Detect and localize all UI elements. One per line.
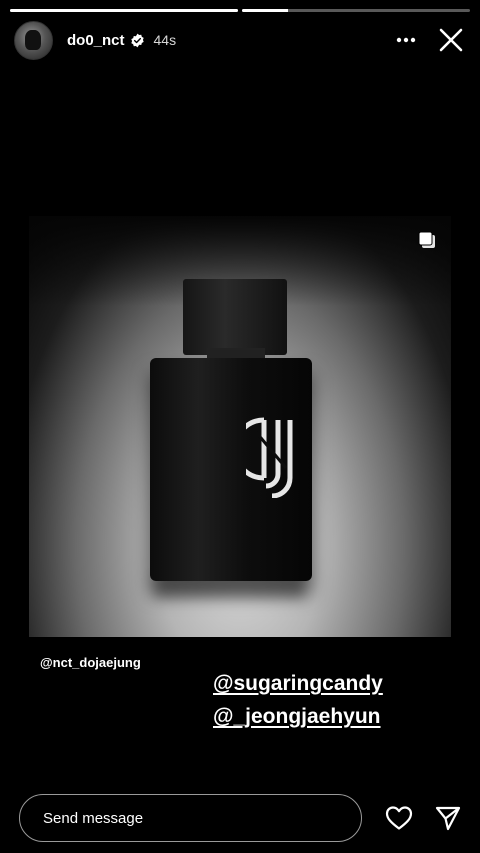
- timestamp: 44s: [153, 32, 177, 48]
- verified-badge-icon: [130, 33, 144, 47]
- multiple-photos-icon: [418, 231, 435, 248]
- shared-post-image[interactable]: [29, 216, 451, 637]
- dj-logo: [246, 417, 293, 498]
- send-icon[interactable]: [434, 805, 462, 831]
- perfume-bottle: [150, 358, 312, 581]
- close-icon[interactable]: [436, 25, 466, 55]
- bottle-cap: [183, 279, 287, 355]
- avatar[interactable]: [14, 20, 53, 60]
- more-horizontal-icon: [396, 37, 416, 43]
- send-message-input[interactable]: Send message: [19, 794, 362, 842]
- progress-fill: [242, 9, 288, 12]
- story-header: do0_nct 44s: [14, 20, 466, 60]
- progress-fill: [10, 9, 238, 12]
- mention-sugaringcandy[interactable]: @sugaringcandy: [213, 672, 383, 696]
- username[interactable]: do0_nct: [67, 32, 125, 49]
- bottle-shadow: [154, 578, 304, 598]
- mention-nct-dojaejung[interactable]: @nct_dojaejung: [40, 655, 141, 670]
- heart-icon[interactable]: [385, 805, 413, 831]
- progress-segment: [242, 9, 470, 12]
- mention-jeongjaehyun[interactable]: @_jeongjaehyun: [213, 705, 381, 729]
- more-options-button[interactable]: [392, 28, 420, 52]
- progress-segment: [10, 9, 238, 12]
- story-progress: [10, 9, 470, 12]
